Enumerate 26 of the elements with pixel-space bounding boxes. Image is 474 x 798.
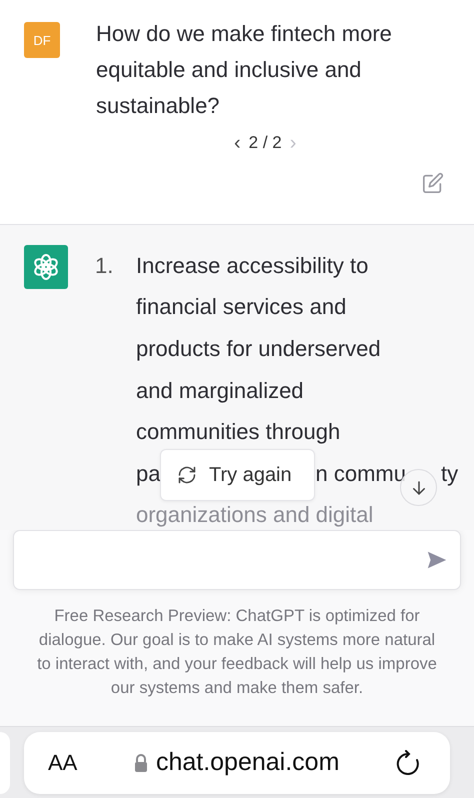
answer-text: n commu bbox=[315, 460, 406, 487]
answer-text: products for underserved bbox=[136, 336, 381, 362]
answer-text: and marginalized bbox=[136, 378, 304, 404]
answer-text: ty bbox=[440, 460, 458, 487]
answer-text: pa bbox=[136, 460, 160, 487]
answer-text: Increase accessibility to bbox=[136, 252, 368, 279]
page-counter: 2 / 2 bbox=[248, 133, 282, 153]
send-icon[interactable] bbox=[426, 549, 448, 571]
answer-text: financial services and bbox=[136, 294, 346, 320]
edit-icon[interactable] bbox=[422, 172, 444, 194]
assistant-avatar bbox=[24, 245, 68, 289]
try-again-button[interactable]: Try again bbox=[160, 449, 315, 501]
lock-icon bbox=[134, 754, 148, 772]
url-text: chat.openai.com bbox=[156, 748, 340, 777]
disclaimer-text: Free Research Preview: ChatGPT is optimized for dialogue. Our goal is to make AI systems more natural to interact with, and your feedback will help us improve our systems and make them safer. bbox=[36, 606, 438, 699]
question-text: How do we make fintech more equitable and inclusive and sustainable? bbox=[96, 20, 393, 120]
message-input[interactable] bbox=[13, 530, 461, 590]
list-number: 1. bbox=[95, 252, 114, 280]
reload-icon[interactable] bbox=[396, 750, 420, 776]
text-size-button[interactable]: AA bbox=[48, 750, 78, 776]
address-bar[interactable]: AA chat.openai.com bbox=[24, 732, 450, 794]
user-avatar: DF bbox=[24, 22, 60, 58]
answer-text: organizations and digital bbox=[136, 502, 374, 528]
answer-text: communities through bbox=[136, 419, 340, 446]
previous-button[interactable]: ‹ bbox=[234, 132, 241, 154]
refresh-icon bbox=[177, 465, 197, 485]
